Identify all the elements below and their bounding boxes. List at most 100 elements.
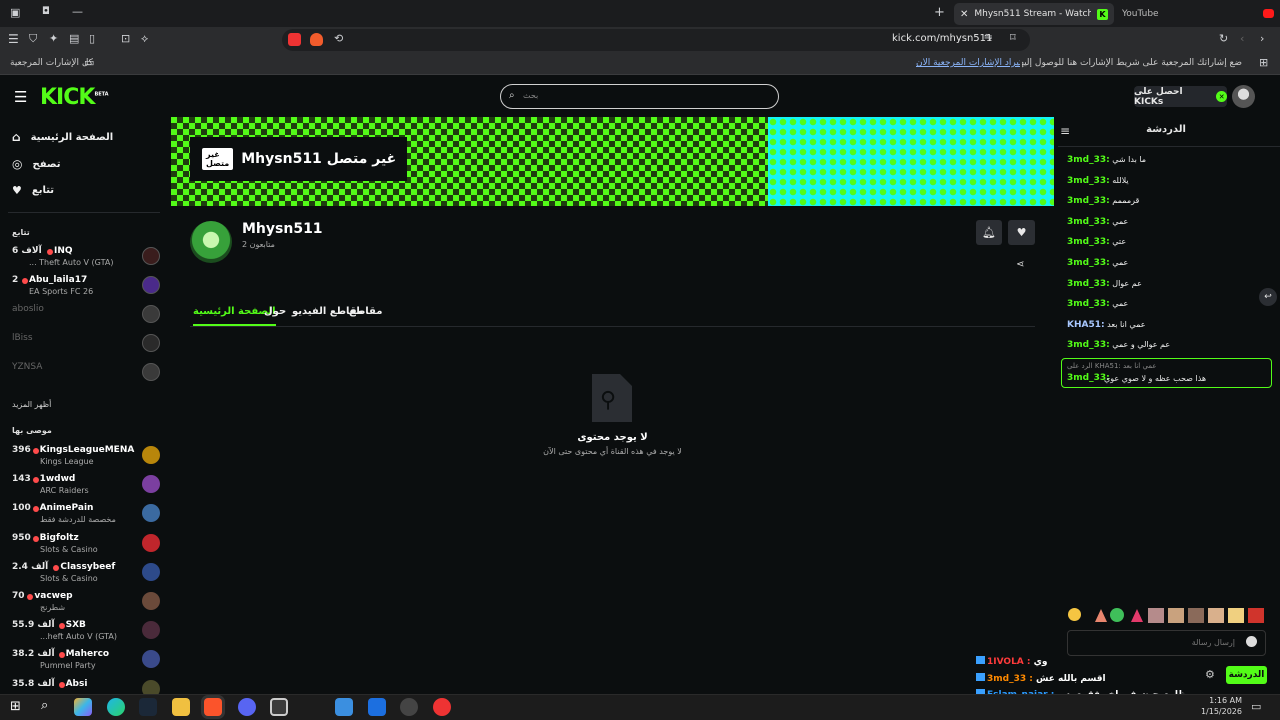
bookmarks-import-link[interactable]: استيراد الإشارات المرجعية الآن... <box>916 58 1020 68</box>
tab-close-icon[interactable]: ✕ <box>960 9 968 20</box>
following-channel[interactable]: YZNSA <box>12 360 160 388</box>
chat-username[interactable]: 3md_33: <box>1067 196 1110 206</box>
chat-username[interactable]: 3md_33: <box>1067 299 1110 309</box>
window-icon[interactable]: ▣ <box>10 6 20 19</box>
url-bar[interactable]: ⟲ kick.com/mhysn511 ⇋ ⌑ <box>282 29 1030 51</box>
search-icon[interactable]: ⌕ <box>41 698 48 713</box>
chat-username[interactable]: 3md_33: <box>1067 155 1110 165</box>
emoji-picker-icon[interactable] <box>1246 636 1257 647</box>
tab-active[interactable]: ✕ Mhysn511 Stream - Watch Live ... K <box>954 3 1114 25</box>
file-explorer-icon[interactable] <box>172 698 190 716</box>
copilot-icon[interactable] <box>74 698 92 716</box>
brave-rewards-icon[interactable] <box>310 33 323 46</box>
user-avatar[interactable] <box>1232 85 1255 108</box>
chat-username[interactable]: 3md_33: <box>1067 237 1110 247</box>
site-settings-icon[interactable]: ⇋ <box>984 32 992 43</box>
chat-message[interactable]: 3md_33: يلالله <box>1067 176 1129 186</box>
emote-icon[interactable] <box>1248 608 1264 623</box>
chat-message[interactable]: KHA51: عمي انا بعد <box>1067 320 1145 330</box>
chat-message[interactable]: 3md_33: عم عوال <box>1067 279 1142 289</box>
tab-overview-icon[interactable]: ◘ <box>42 6 50 17</box>
emote-icon[interactable] <box>1148 608 1164 623</box>
share-icon[interactable]: ⋖ <box>1016 259 1024 270</box>
chat-message[interactable]: 3md_33: عمي <box>1067 258 1128 268</box>
show-more-link[interactable]: أظهر المزيد <box>12 400 51 409</box>
recommended-channel[interactable]: 55.9 آلف SXB ...heft Auto V (GTA) <box>12 618 160 646</box>
nav-following[interactable]: ♥ تتابع <box>12 184 54 197</box>
recommended-channel[interactable]: 100 AnimePain مخصصة للدردشة فقط <box>12 501 160 529</box>
following-channel[interactable]: lBiss <box>12 331 160 359</box>
sidebar-icon[interactable]: ▯ <box>89 32 95 45</box>
recommended-channel[interactable]: 70 vacwep شطرنج <box>12 589 160 617</box>
new-tab-icon[interactable]: + <box>934 5 945 20</box>
nav-home[interactable]: ⌂ الصفحة الرئيسية <box>12 130 113 144</box>
emote-icon[interactable] <box>1095 609 1107 622</box>
chat-username[interactable]: KHA51: <box>1067 320 1105 330</box>
extensions-icon[interactable]: ✦ <box>49 32 58 45</box>
reply-message[interactable]: الرد على KHA51: عمي انا بعد 3md_33: هذا … <box>1061 358 1272 388</box>
chat-input[interactable]: إرسال رسالة <box>1067 630 1266 656</box>
tab-about[interactable]: حول <box>264 306 286 317</box>
following-channel[interactable]: 6 آلاف INQ ... Theft Auto V (GTA) <box>12 244 160 272</box>
chat-username[interactable]: 3md_33: <box>1067 217 1110 227</box>
history-icon[interactable]: ▤ <box>69 32 79 45</box>
tab-clips[interactable]: مقاطع <box>349 306 382 317</box>
app-icon[interactable] <box>400 698 418 716</box>
obs-icon[interactable] <box>433 698 451 716</box>
chat-send-button[interactable]: الدردشة <box>1226 666 1267 684</box>
discord-icon[interactable] <box>238 698 256 716</box>
clock-date[interactable]: 1/15/2026 <box>1201 707 1242 716</box>
chat-username[interactable]: 3md_33: <box>1067 279 1110 289</box>
notification-icon[interactable]: ▭ <box>1251 700 1261 713</box>
emote-icon[interactable] <box>1068 608 1081 621</box>
recommended-channel[interactable]: 2.4 آلف Classybeef Slots & Casino <box>12 560 160 588</box>
get-kicks-button[interactable]: احصل على KICKs ✕ <box>1134 86 1227 107</box>
steam-icon[interactable] <box>139 698 157 716</box>
scroll-chat-button[interactable]: ↩ <box>1259 288 1277 306</box>
brave-shield-icon[interactable] <box>288 33 301 46</box>
collapse-chat-icon[interactable]: ≡ <box>1060 124 1070 138</box>
windows-start-icon[interactable]: ⊞ <box>10 699 21 714</box>
recommended-channel[interactable]: 950 Bigfoltz Slots & Casino <box>12 531 160 559</box>
app-icon[interactable] <box>368 698 386 716</box>
clock-time[interactable]: 1:16 AM <box>1209 696 1242 705</box>
reload-icon[interactable]: ↻ <box>1219 32 1228 45</box>
chat-message[interactable]: 3md_33: ما بدا شي <box>1067 155 1146 165</box>
search-bar[interactable]: ⌕ بحث <box>500 84 779 109</box>
following-channel[interactable]: 2 Abu_laila17 EA Sports FC 26 <box>12 273 160 301</box>
follow-button[interactable]: ♥ <box>1008 220 1035 245</box>
store-icon[interactable] <box>270 698 288 716</box>
edge-icon[interactable] <box>107 698 125 716</box>
minimize-icon[interactable]: — <box>72 5 83 18</box>
screenshot-icon[interactable]: ⊡ <box>121 32 130 45</box>
recommended-channel[interactable]: 396 KingsLeagueMENA Kings League <box>12 443 160 471</box>
nav-browse[interactable]: ◎ تصفح <box>12 157 61 171</box>
emote-icon[interactable] <box>1188 608 1204 623</box>
tab-youtube[interactable]: YouTube <box>1118 3 1274 25</box>
emote-icon[interactable] <box>1131 609 1143 622</box>
bookmark-icon[interactable]: ⌑ <box>1010 31 1016 44</box>
kick-logo[interactable]: KICKBETA <box>40 85 109 110</box>
chat-username[interactable]: 3md_33: <box>1067 340 1110 350</box>
recommended-channel[interactable]: 38.2 آلف Maherco Pummel Party <box>12 647 160 675</box>
apps-grid-icon[interactable]: ⊞ <box>1259 56 1268 69</box>
emote-icon[interactable] <box>1110 608 1124 622</box>
vpn-icon[interactable]: ⟡ <box>141 32 148 46</box>
recommended-channel[interactable]: 143 1wdwd ARC Raiders <box>12 472 160 500</box>
chat-message[interactable]: 3md_33: عم عوالي و عمي <box>1067 340 1170 350</box>
chat-username[interactable]: 3md_33: <box>1067 258 1110 268</box>
reload-page-icon[interactable]: ⟲ <box>334 32 343 45</box>
emote-icon[interactable] <box>1228 608 1244 623</box>
emote-icon[interactable] <box>1208 608 1224 623</box>
menu-icon[interactable]: ☰ <box>8 32 19 46</box>
forward-icon[interactable]: › <box>1260 32 1264 45</box>
back-icon[interactable]: ‹ <box>1240 32 1244 45</box>
shield-icon[interactable]: ⛉ <box>29 32 37 46</box>
brave-icon[interactable] <box>204 698 222 716</box>
notify-button[interactable]: 🔔︎ <box>976 220 1002 245</box>
hamburger-icon[interactable]: ☰ <box>14 88 27 106</box>
chat-message[interactable]: 3md_33: قرمممم <box>1067 196 1139 206</box>
chat-username[interactable]: 3md_33: <box>1067 176 1110 186</box>
all-bookmarks[interactable]: كل الإشارات المرجعية <box>10 58 93 68</box>
chat-message[interactable]: 3md_33: عمي <box>1067 299 1128 309</box>
